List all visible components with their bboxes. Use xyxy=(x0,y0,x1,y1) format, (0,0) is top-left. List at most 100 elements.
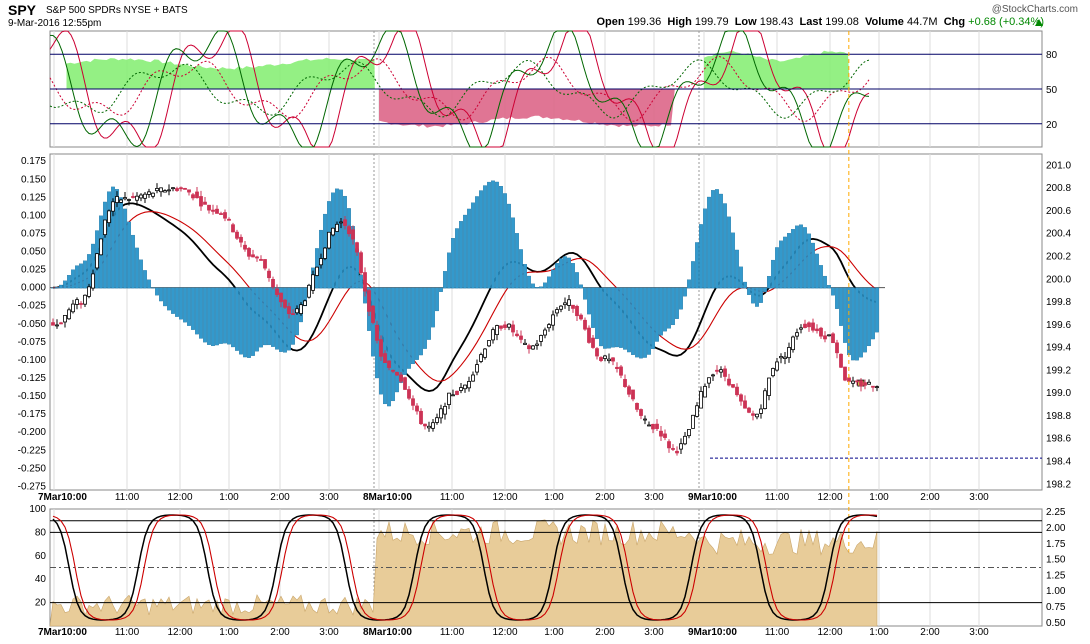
candle-body xyxy=(111,201,115,212)
candle-body xyxy=(371,305,375,323)
candle-body xyxy=(55,324,59,327)
candle-body xyxy=(759,408,763,414)
candle-body xyxy=(811,322,815,331)
candle-body xyxy=(447,392,451,406)
histogram-bar xyxy=(239,287,243,355)
x-tick-label: 2:00 xyxy=(595,492,615,503)
histogram-bar xyxy=(875,287,879,333)
x-tick-label: 11:00 xyxy=(765,492,790,503)
x-tick-label: 1:00 xyxy=(219,492,239,503)
candle-body xyxy=(847,377,851,382)
candle-body xyxy=(843,366,847,381)
histogram-bar xyxy=(791,229,795,289)
histogram-bar xyxy=(339,189,343,289)
candle-body xyxy=(851,380,855,384)
histogram-bar xyxy=(715,189,719,289)
candle-body xyxy=(567,299,571,306)
histogram-bar xyxy=(255,287,259,352)
left-tick-label: 0.150 xyxy=(21,174,46,185)
histogram-bar xyxy=(87,254,91,289)
candle-body xyxy=(171,187,175,190)
x-tick-label: 2:00 xyxy=(270,627,290,638)
candle-body xyxy=(591,337,595,348)
histogram-bar xyxy=(631,287,635,355)
candle-body xyxy=(275,288,279,295)
histogram-bar xyxy=(67,275,71,289)
x-tick-label: 2:00 xyxy=(270,492,290,503)
histogram-bar xyxy=(167,287,171,311)
candle-body xyxy=(551,314,555,326)
candle-body xyxy=(543,329,547,336)
candle-body xyxy=(787,347,791,359)
candle-body xyxy=(431,422,435,429)
histogram-bar xyxy=(815,253,819,289)
candle-body xyxy=(643,418,647,421)
histogram-bar xyxy=(163,287,167,307)
candle-body xyxy=(603,355,607,359)
histogram-bar xyxy=(407,287,411,369)
histogram-bar xyxy=(651,287,655,350)
histogram-bar xyxy=(563,256,567,289)
candle-body xyxy=(615,366,619,370)
candle-body xyxy=(383,353,387,364)
candle-body xyxy=(315,266,319,276)
candle-body xyxy=(707,377,711,384)
candle-body xyxy=(767,377,771,396)
candle-body xyxy=(571,304,575,309)
histogram-bar xyxy=(347,208,351,289)
right-tick-label: 200.0 xyxy=(1046,274,1071,285)
candle-body xyxy=(307,284,311,298)
candle-body xyxy=(715,369,719,372)
histogram-bar xyxy=(863,287,867,353)
left-tick-label: -0.075 xyxy=(18,337,47,348)
histogram-bar xyxy=(843,287,847,343)
right-tick-label: 199.2 xyxy=(1046,365,1071,376)
chart-canvas[interactable]: 80 50 20 0.175 0.150 0.125 0.100 0.075 0.050 0.02… xyxy=(0,0,1090,644)
left-tick-label: -0.150 xyxy=(18,391,47,402)
candle-body xyxy=(323,247,327,259)
x-tick-label: 2:00 xyxy=(920,627,940,638)
histogram-bar xyxy=(787,233,791,289)
candle-body xyxy=(79,303,83,305)
histogram-bar xyxy=(679,287,683,310)
candle-body xyxy=(871,385,875,388)
histogram-bar xyxy=(135,247,139,289)
histogram-bar xyxy=(587,287,591,315)
candle-body xyxy=(159,187,163,193)
candle-body xyxy=(839,353,843,368)
x-tick-label: 11:00 xyxy=(115,492,140,503)
x-tick-label: 12:00 xyxy=(492,492,517,503)
histogram-bar xyxy=(603,287,607,349)
candle-body xyxy=(495,325,499,336)
histogram-bar xyxy=(695,242,699,289)
candle-body xyxy=(791,336,795,351)
candle-body xyxy=(683,435,687,445)
candle-body xyxy=(619,366,623,376)
left-tick-label: -0.050 xyxy=(18,319,47,330)
candle-body xyxy=(435,417,439,423)
candle-body xyxy=(239,236,243,243)
candle-body xyxy=(467,381,471,389)
candle-body xyxy=(539,335,543,342)
candle-body xyxy=(375,324,379,341)
histogram-bar xyxy=(291,287,295,345)
candle-body xyxy=(599,357,603,361)
right-tick-label: 200.8 xyxy=(1046,183,1071,194)
candle-body xyxy=(335,223,339,232)
candle-body xyxy=(123,197,127,200)
histogram-bar xyxy=(675,287,679,319)
left-tick-label: 0.175 xyxy=(21,156,46,167)
histogram-bar xyxy=(699,224,703,289)
bottom-left-tick: 60 xyxy=(35,551,47,562)
candle-body xyxy=(771,368,775,377)
candle-body xyxy=(279,292,283,303)
candle-body xyxy=(83,294,87,305)
x-tick-label: 8Mar10:00 xyxy=(363,492,412,503)
histogram-bar xyxy=(55,287,59,289)
histogram-bar xyxy=(359,274,363,289)
histogram-bar xyxy=(415,287,419,360)
histogram-bar xyxy=(823,275,827,289)
histogram-bar xyxy=(455,228,459,289)
histogram-bar xyxy=(583,287,587,300)
histogram-bar xyxy=(639,287,643,359)
